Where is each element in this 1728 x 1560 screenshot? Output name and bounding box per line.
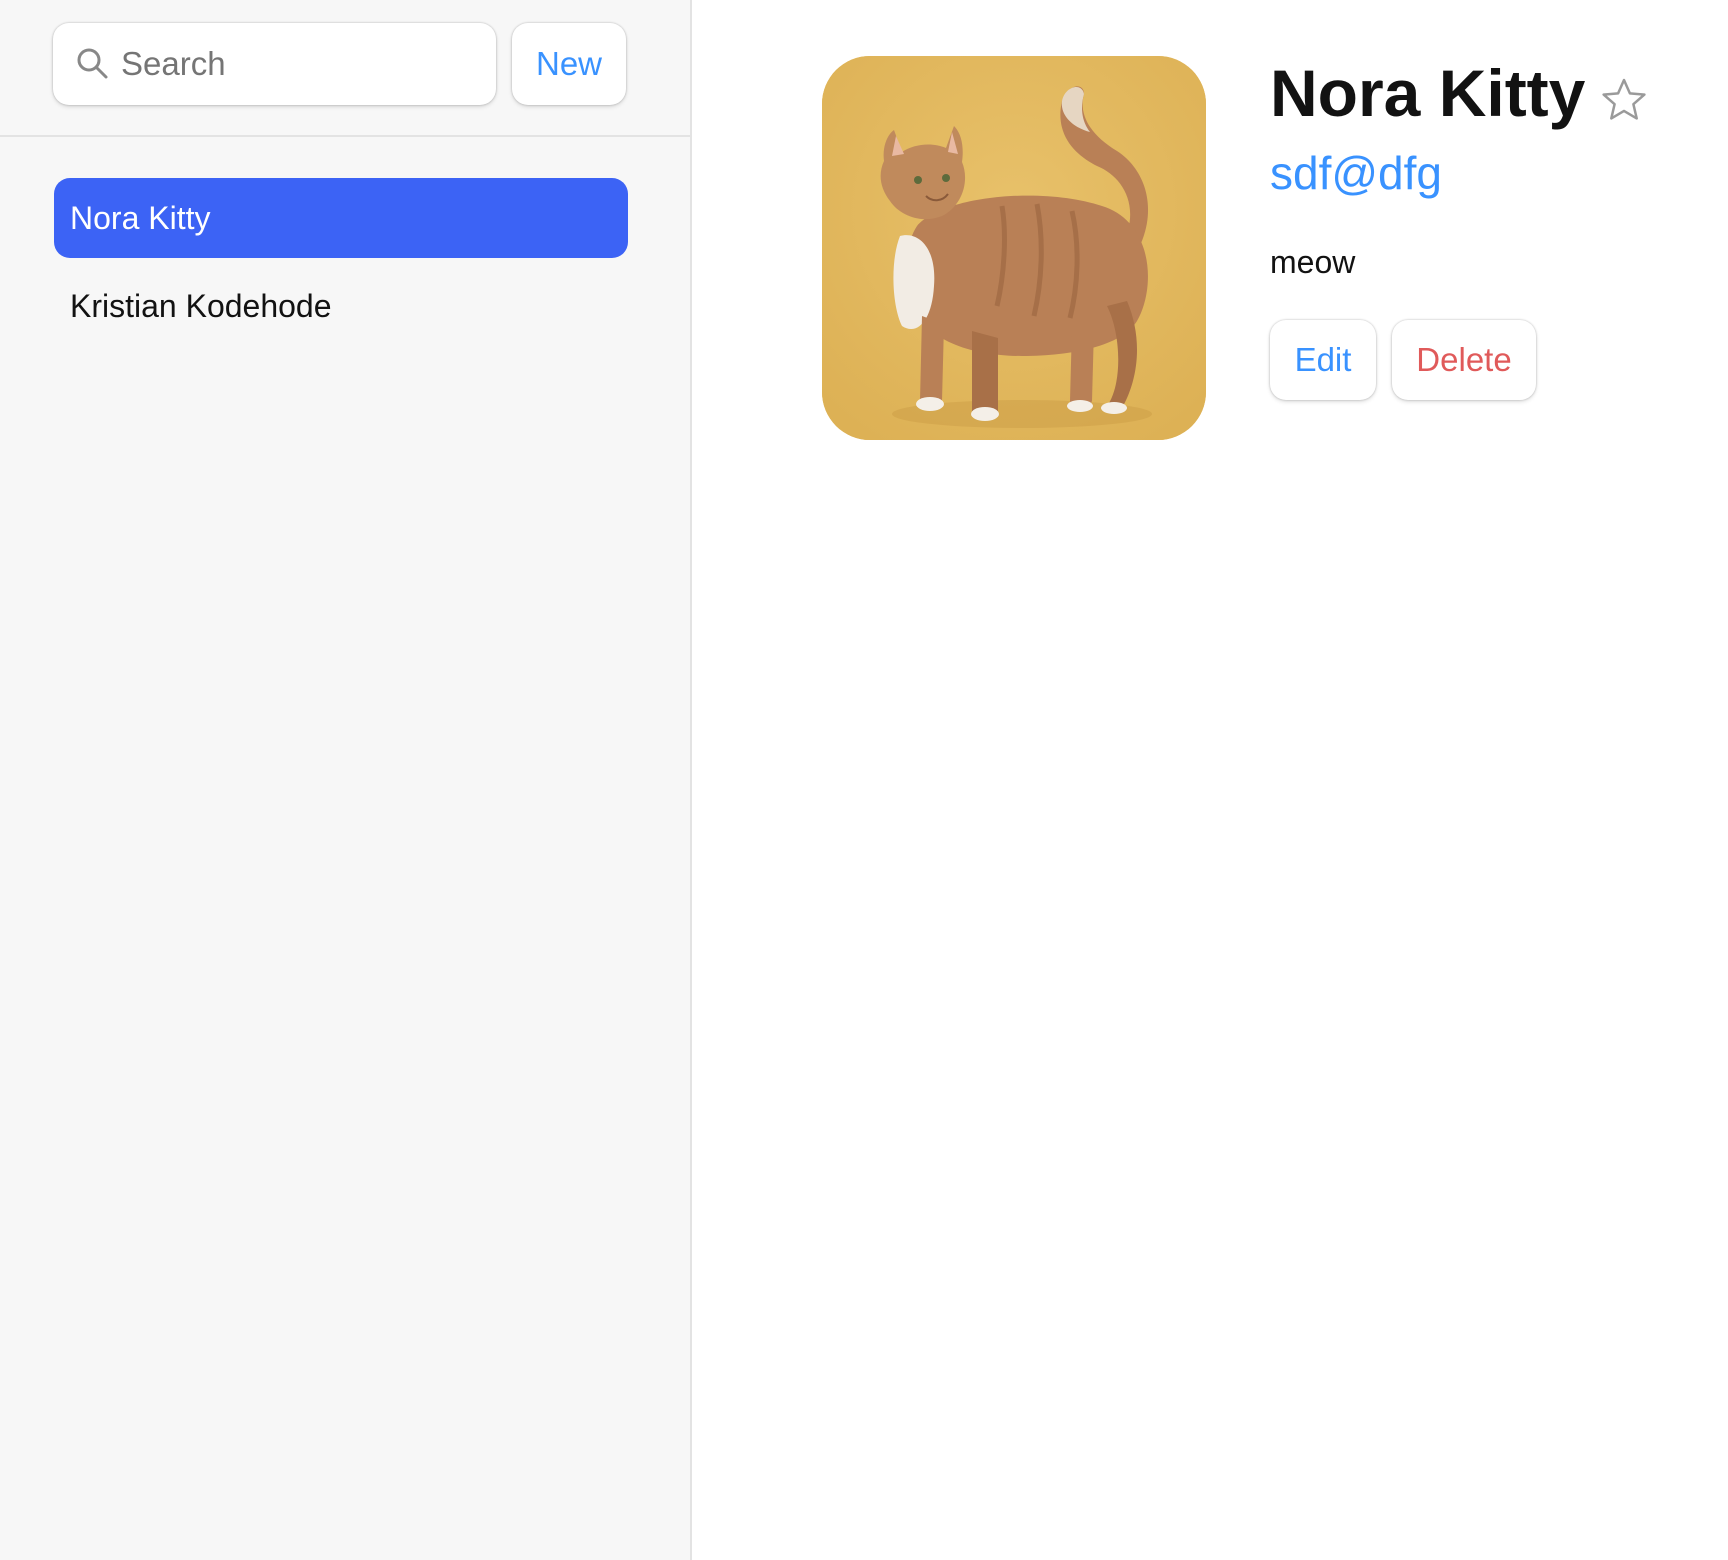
- sidebar-header: New: [0, 0, 690, 137]
- favorite-button[interactable]: [1600, 76, 1648, 124]
- contact-detail: Nora Kitty sdf@dfg meow Edit Delete: [692, 0, 1728, 1560]
- contact-list: Nora Kitty Kristian Kodehode: [54, 178, 628, 354]
- contact-list-item[interactable]: Kristian Kodehode: [54, 266, 628, 346]
- search-form[interactable]: [53, 23, 496, 105]
- contact-name: Nora Kitty: [1270, 56, 1586, 130]
- contact-list-item[interactable]: Nora Kitty: [54, 178, 628, 258]
- sidebar: New Nora Kitty Kristian Kodehode: [0, 0, 692, 1560]
- edit-button[interactable]: Edit: [1270, 320, 1376, 400]
- contact-notes: meow: [1270, 244, 1356, 280]
- cat-photo: [822, 56, 1206, 440]
- contact-avatar: [822, 56, 1206, 440]
- search-icon: [77, 48, 108, 79]
- search-input[interactable]: [115, 23, 485, 105]
- new-button[interactable]: New: [512, 23, 626, 105]
- twitter-link[interactable]: sdf@dfg: [1270, 146, 1442, 200]
- delete-button[interactable]: Delete: [1392, 320, 1536, 400]
- star-outline-icon: [1602, 78, 1646, 120]
